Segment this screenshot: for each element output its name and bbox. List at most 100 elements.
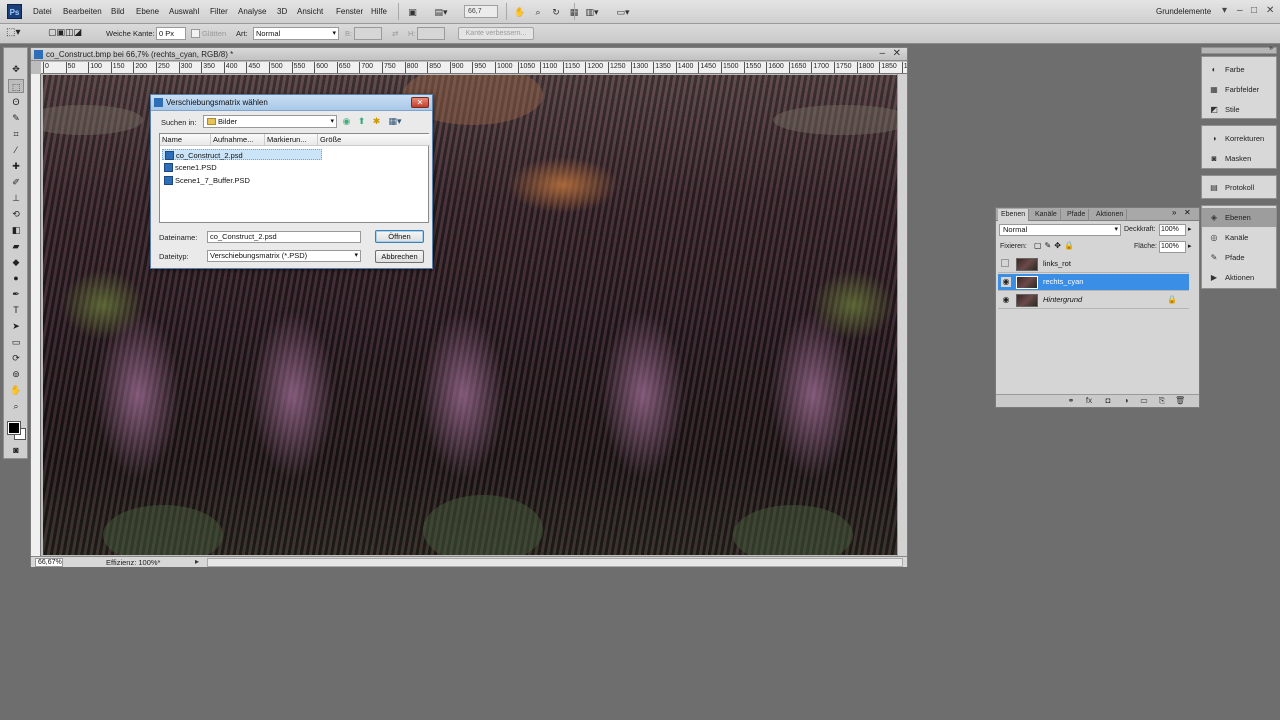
menu-filter[interactable]: Filter xyxy=(210,7,228,16)
menu-bild[interactable]: Bild xyxy=(111,7,124,16)
new-layer-icon[interactable]: ⎘ xyxy=(1157,396,1167,406)
panel-farbe[interactable]: ◐ Farbe xyxy=(1202,60,1276,79)
document-tab[interactable]: co_Construct.bmp bei 66,7% (rechts_cyan,… xyxy=(31,48,907,61)
menu-analyse[interactable]: Analyse xyxy=(238,7,266,16)
panel-pfade[interactable]: ✎ Pfade xyxy=(1202,248,1276,267)
visibility-toggle-icon[interactable] xyxy=(1001,259,1009,267)
layer-style-icon[interactable]: fx xyxy=(1084,396,1094,406)
restore-icon[interactable]: □ xyxy=(1251,5,1257,16)
rotate-view-icon[interactable]: ↻ xyxy=(548,4,564,19)
fill-slider-arrow-icon[interactable]: ▸ xyxy=(1188,242,1192,250)
tab-kanaele[interactable]: Kanäle xyxy=(1032,209,1061,221)
bridge-icon[interactable]: ▣ xyxy=(404,4,421,19)
clone-stamp-icon[interactable]: ⊥ xyxy=(8,191,24,205)
filename-input[interactable]: co_Construct_2.psd xyxy=(207,231,361,243)
opacity-slider-arrow-icon[interactable]: ▸ xyxy=(1188,225,1192,233)
3d-camera-icon[interactable]: ⊚ xyxy=(8,367,24,381)
workspace-selector[interactable]: Grundelemente xyxy=(1156,7,1211,16)
tab-ebenen[interactable]: Ebenen xyxy=(998,209,1030,221)
quick-selection-tool-icon[interactable]: ✎ xyxy=(8,111,24,125)
panel-stile[interactable]: ◩ Stile xyxy=(1202,100,1276,119)
close-panel-icon[interactable]: ✕ xyxy=(1184,208,1191,217)
fill-input[interactable]: 100% xyxy=(1159,241,1186,253)
lookin-select[interactable]: Bilder ▾ xyxy=(203,115,337,128)
column-header-size[interactable]: Größe xyxy=(318,134,430,146)
soft-edge-input[interactable]: 0 Px xyxy=(156,27,186,40)
up-folder-icon[interactable]: ⬆ xyxy=(356,116,367,127)
add-mask-icon[interactable]: ◘ xyxy=(1103,396,1113,406)
panel-kanaele[interactable]: ◎ Kanäle xyxy=(1202,228,1276,247)
column-header-name[interactable]: Name xyxy=(160,134,211,146)
gradient-tool-icon[interactable]: ▰ xyxy=(8,239,24,253)
dialog-titlebar[interactable]: Verschiebungsmatrix wählen ✕ xyxy=(151,95,432,111)
marquee-tool-preset-icon[interactable]: ⬚▾ xyxy=(6,27,20,38)
workspace-dropdown-icon[interactable]: ▾ xyxy=(1222,5,1227,16)
new-folder-icon[interactable]: ✱ xyxy=(371,116,382,127)
vertical-ruler[interactable] xyxy=(31,74,41,556)
crop-tool-icon[interactable]: ⌗ xyxy=(8,127,24,141)
vertical-scrollbar[interactable] xyxy=(897,74,907,556)
eye-icon[interactable]: ◉ xyxy=(1001,295,1011,305)
marquee-tool-icon[interactable]: ⬚ xyxy=(8,79,24,93)
layer-row-rechts-cyan[interactable]: ◉ rechts_cyan xyxy=(998,274,1189,291)
lasso-tool-icon[interactable]: ʘ xyxy=(8,95,24,109)
status-zoom-field[interactable]: 66,67% xyxy=(35,558,63,567)
panel-aktionen[interactable]: ▶ Aktionen xyxy=(1202,268,1276,287)
healing-brush-icon[interactable]: ✚ xyxy=(8,159,24,173)
blur-tool-icon[interactable]: ◆ xyxy=(8,255,24,269)
zoom-level-select[interactable]: 66,7 xyxy=(464,5,498,18)
refine-edge-button[interactable]: Kante verbessern... xyxy=(458,27,534,40)
panel-korrekturen[interactable]: ◑ Korrekturen xyxy=(1202,129,1276,148)
dock-header[interactable]: » xyxy=(1201,45,1277,54)
horizontal-ruler[interactable]: 0 50 100 150 200 250 300 350 400 450 500 550 600 650 7… xyxy=(41,62,907,74)
filetype-select[interactable]: Verschiebungsmatrix (*.PSD) ▾ xyxy=(207,250,361,262)
antialias-checkbox[interactable] xyxy=(191,29,200,38)
new-group-icon[interactable]: ▭ xyxy=(1139,396,1149,406)
brush-tool-icon[interactable]: ✐ xyxy=(8,175,24,189)
dodge-tool-icon[interactable]: ● xyxy=(8,271,24,285)
back-icon[interactable]: ◉ xyxy=(341,116,352,127)
status-menu-arrow-icon[interactable]: ▸ xyxy=(195,557,199,566)
minimize-icon[interactable]: – xyxy=(879,48,885,59)
view-menu-icon[interactable]: ▦▾ xyxy=(386,116,404,127)
open-button[interactable]: Öffnen xyxy=(375,230,424,243)
column-header-tags[interactable]: Markierun... xyxy=(265,134,318,146)
shape-tool-icon[interactable]: ▭ xyxy=(8,335,24,349)
history-brush-icon[interactable]: ⟲ xyxy=(8,207,24,221)
zoom-tool-icon[interactable]: ⌕ xyxy=(530,4,546,19)
quick-mask-icon[interactable]: ◙ xyxy=(8,443,24,457)
hand-tool-icon[interactable]: ✋ xyxy=(512,4,528,19)
style-select[interactable]: Normal ▾ xyxy=(253,27,339,40)
width-input[interactable] xyxy=(354,27,382,40)
menu-hilfe[interactable]: Hilfe xyxy=(371,7,387,16)
menu-ansicht[interactable]: Ansicht xyxy=(297,7,323,16)
lock-options-icons[interactable]: ▢✎✥🔒 xyxy=(1034,241,1077,250)
close-document-icon[interactable]: ✕ xyxy=(893,48,901,59)
list-item[interactable]: Scene1_7_Buffer.PSD xyxy=(162,175,322,186)
list-item[interactable]: scene1.PSD xyxy=(162,162,322,173)
menu-3d[interactable]: 3D xyxy=(277,7,287,16)
menu-fenster[interactable]: Fenster xyxy=(336,7,363,16)
menu-datei[interactable]: Datei xyxy=(33,7,52,16)
close-window-icon[interactable]: ✕ xyxy=(1266,5,1274,16)
tab-aktionen[interactable]: Aktionen xyxy=(1093,209,1128,221)
trash-icon[interactable]: 🗑 xyxy=(1175,396,1185,406)
pen-tool-icon[interactable]: ✒ xyxy=(8,287,24,301)
column-header-date-taken[interactable]: Aufnahme... xyxy=(211,134,265,146)
minimize-icon[interactable]: – xyxy=(1237,5,1243,16)
foreground-color-swatch[interactable] xyxy=(7,421,21,435)
panel-masken[interactable]: ◙ Masken xyxy=(1202,149,1276,168)
file-list[interactable]: Name Aufnahme... Markierun... Größe co_C… xyxy=(159,133,430,223)
move-tool-icon[interactable]: ✥ xyxy=(8,62,24,76)
list-item[interactable]: co_Construct_2.psd xyxy=(162,149,322,160)
blend-mode-select[interactable]: Normal ▾ xyxy=(999,224,1121,236)
swap-icon[interactable]: ⇄ xyxy=(392,29,398,38)
type-tool-icon[interactable]: T xyxy=(8,303,24,317)
eyedropper-tool-icon[interactable]: ⁄ xyxy=(8,143,24,157)
hand-tool-icon[interactable]: ✋ xyxy=(8,383,24,397)
selection-mode-icons[interactable]: ▢▣◫◪ xyxy=(48,27,82,38)
zoom-tool-icon[interactable]: ⌕ xyxy=(8,399,24,413)
panel-ebenen[interactable]: ◈ Ebenen xyxy=(1202,208,1276,227)
menu-bearbeiten[interactable]: Bearbeiten xyxy=(63,7,102,16)
layer-row-hintergrund[interactable]: ◉ Hintergrund 🔒 xyxy=(998,292,1189,309)
